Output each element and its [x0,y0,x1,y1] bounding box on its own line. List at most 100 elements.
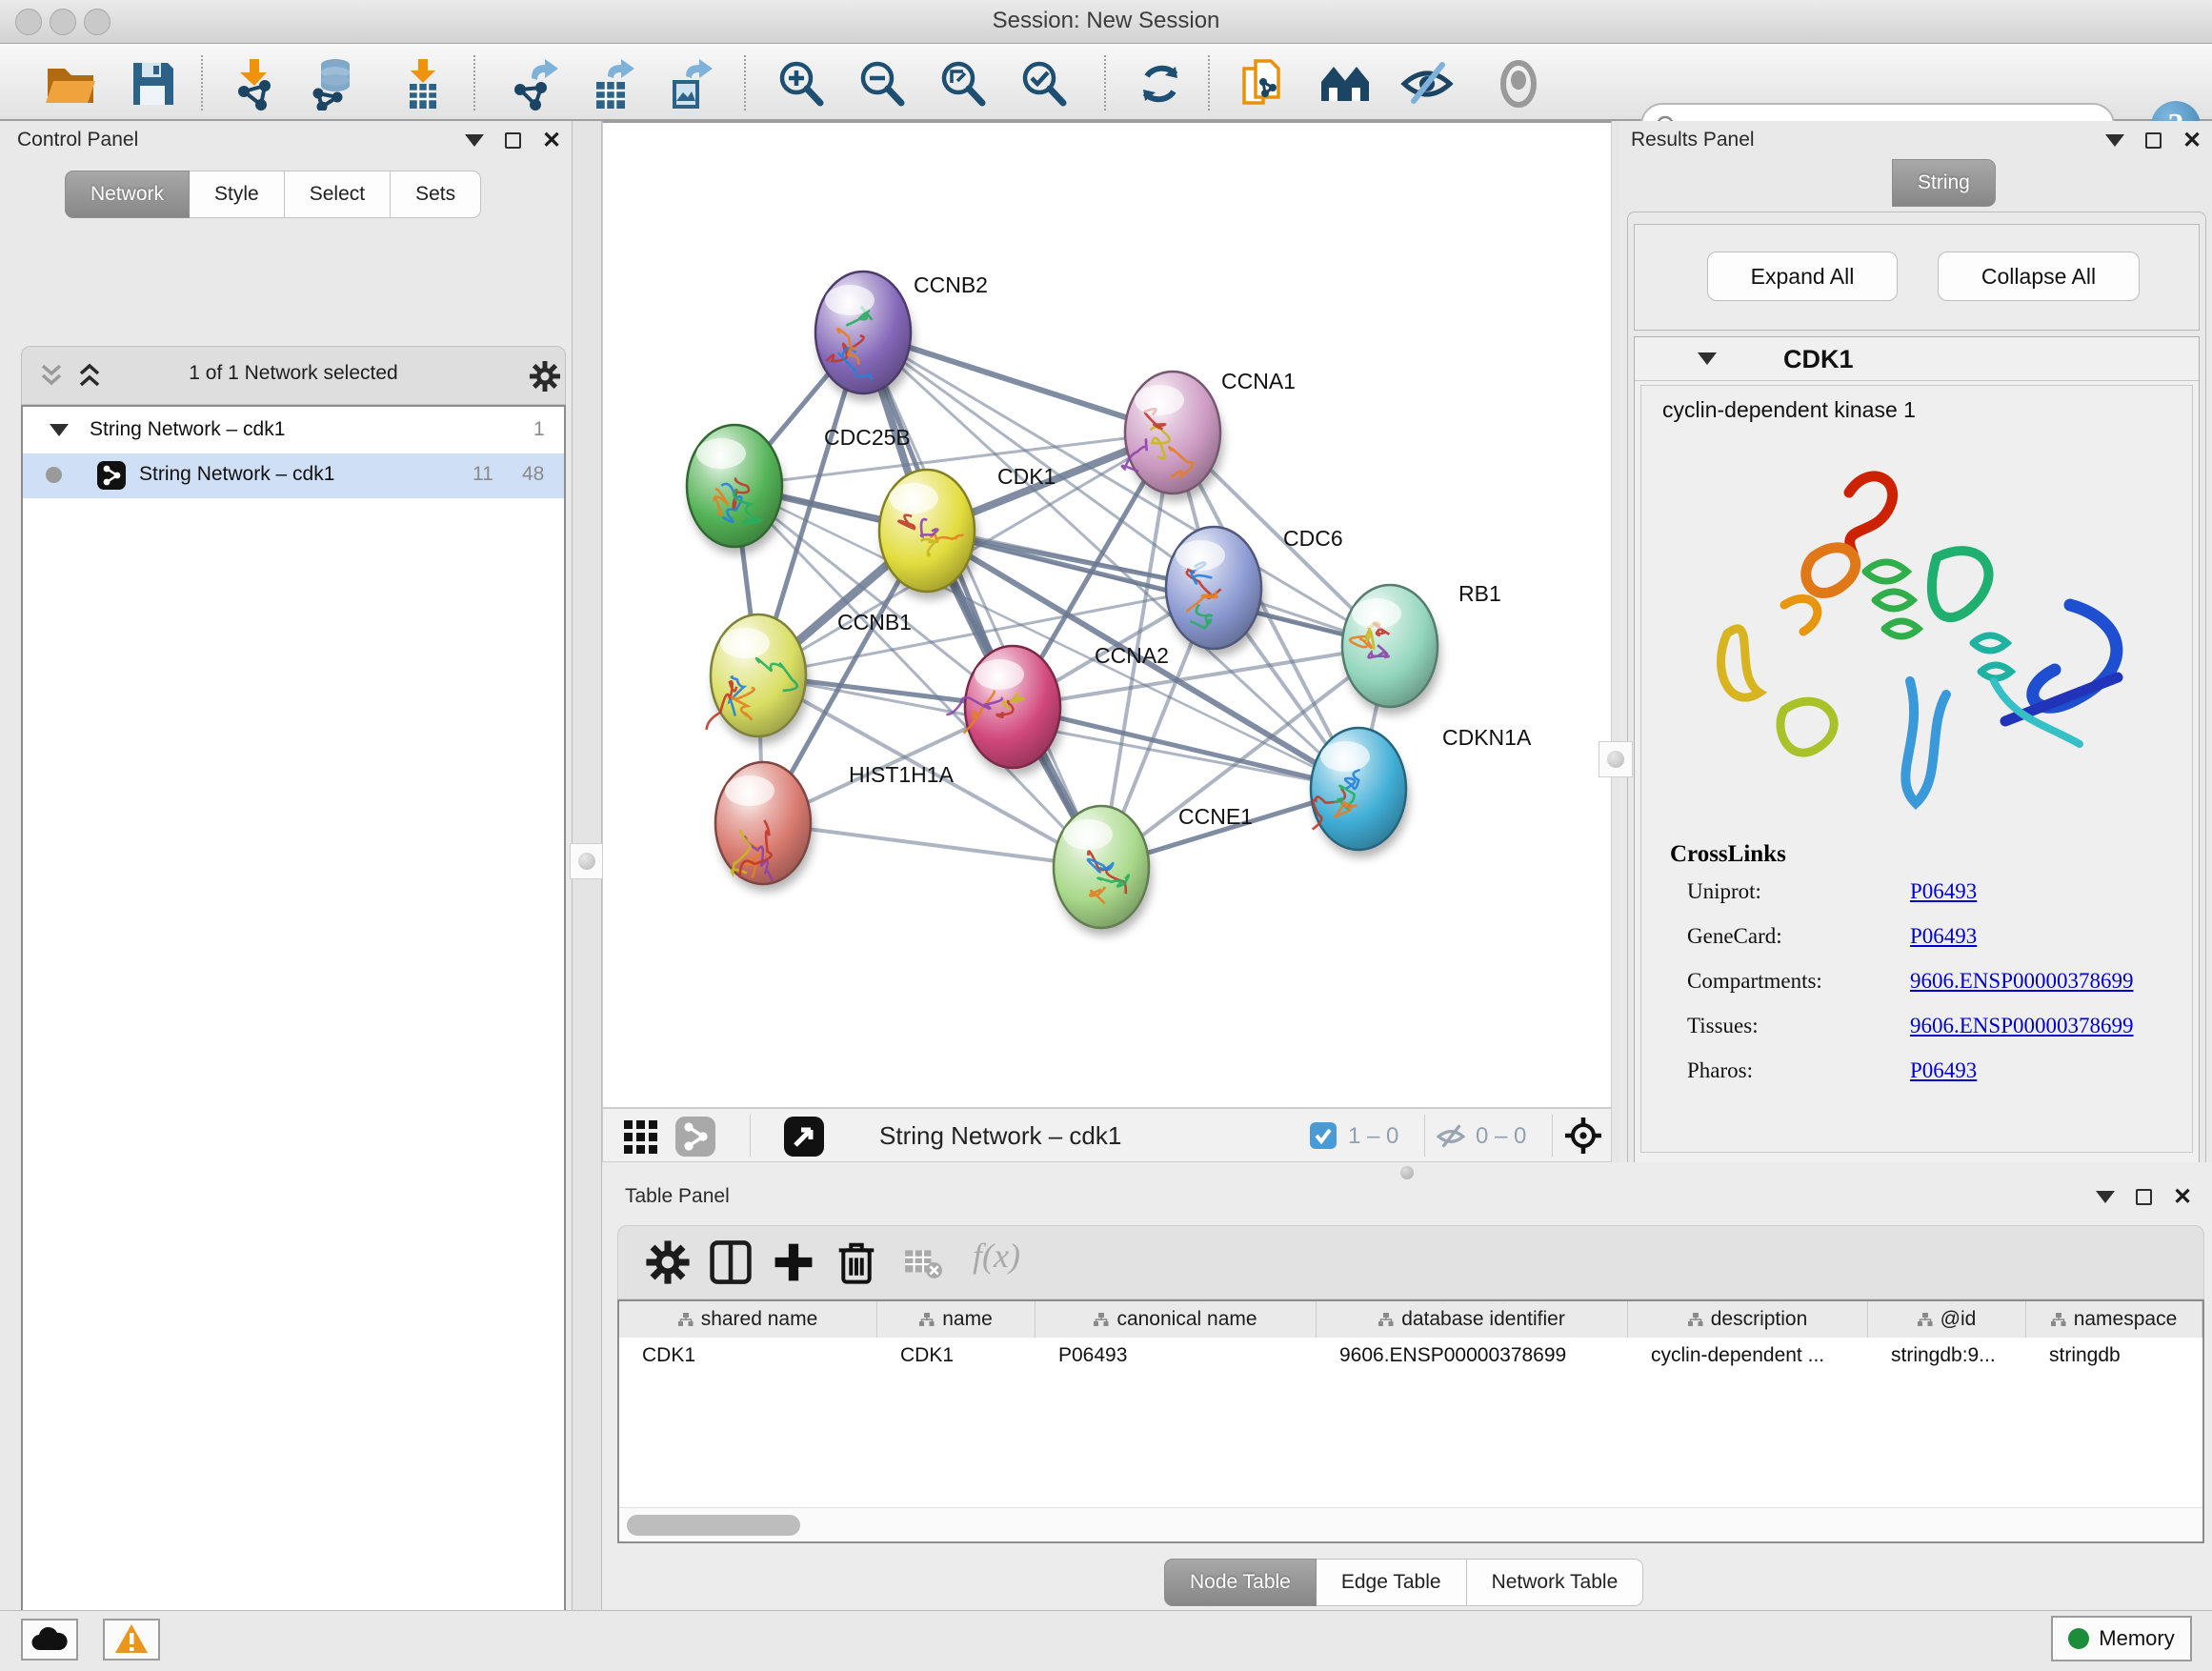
birdseye-view-icon[interactable] [784,1117,824,1157]
export-network-button[interactable] [507,57,560,111]
protein-description: cyclin-dependent kinase 1 [1662,397,1916,423]
table-cell[interactable]: CDK1 [877,1338,1036,1374]
float-panel-icon[interactable] [505,132,521,149]
right-splitter-handle[interactable] [1599,741,1633,777]
open-file-button[interactable] [44,57,97,111]
tab-string[interactable]: String [1892,159,1996,207]
node-HIST1H1A[interactable]: HIST1H1A [715,762,955,892]
export-table-button[interactable] [585,57,638,111]
function-builder-button[interactable]: f(x) [973,1236,1020,1276]
collapse-section-icon[interactable] [1698,352,1717,365]
hide-selected-button[interactable] [1400,57,1454,111]
table-cell[interactable]: cyclin-dependent ... [1628,1338,1868,1374]
zoom-selected-button[interactable] [1018,57,1072,111]
network-share-icon[interactable] [675,1117,715,1157]
tab-select[interactable]: Select [285,171,391,218]
warnings-button[interactable] [103,1619,160,1661]
node-CDK1[interactable]: CDK1 [879,464,1056,599]
column-header-description[interactable]: description [1628,1301,1868,1338]
clone-network-button[interactable] [1237,57,1290,111]
show-columns-button[interactable] [706,1238,755,1288]
export-image-icon [661,57,714,111]
node-CCNA2[interactable]: CCNA2 [946,643,1169,775]
network-row[interactable]: String Network – cdk1 11 48 [23,453,564,498]
table-settings-button[interactable] [643,1238,693,1288]
tab-edge-table[interactable]: Edge Table [1317,1559,1467,1606]
horizontal-splitter[interactable] [602,1162,2212,1181]
import-network-file-button[interactable] [229,57,282,111]
column-header-namespace[interactable]: namespace [2026,1301,2202,1338]
node-CDC6[interactable]: CDC6 [1166,526,1343,656]
float-panel-icon[interactable] [2136,1189,2152,1205]
import-network-database-button[interactable] [307,57,360,111]
export-image-button[interactable] [661,57,714,111]
first-neighbors-button[interactable] [1318,57,1372,111]
zoom-fit-button[interactable] [937,57,991,111]
collection-label: String Network – cdk1 [90,418,285,441]
node-CCNE1[interactable]: CCNE1 [1054,804,1253,936]
expand-all-button[interactable]: Expand All [1707,252,1898,301]
network-canvas[interactable]: CCNB2CCNA1CDC25BCDK1CDC6RB1CCNB1CCNA2CDK… [602,121,1612,1108]
float-panel-icon[interactable] [2145,132,2162,149]
zoom-in-button[interactable] [775,57,829,111]
node-CCNB2[interactable]: CCNB2 [815,272,988,401]
collection-expand-icon[interactable] [50,424,69,436]
node-CDC25B[interactable]: CDC25B [687,425,911,554]
delete-table-button[interactable] [898,1238,948,1288]
panel-menu-icon[interactable] [2105,134,2124,147]
network-collection-row[interactable]: String Network – cdk1 1 [23,409,564,453]
crosslink-link[interactable]: 9606.ENSP00000378699 [1910,969,2134,994]
edge-HIST1H1A-CCNE1[interactable] [763,823,1101,867]
close-panel-icon[interactable]: ✕ [2173,1189,2192,1205]
table-cell[interactable]: stringdb [2026,1338,2202,1374]
left-splitter-handle[interactable] [570,843,604,879]
create-column-button[interactable] [769,1238,818,1288]
node-table[interactable]: shared namenamecanonical namedatabase id… [617,1299,2204,1543]
tab-network[interactable]: Network [65,171,190,218]
zoom-out-button[interactable] [856,57,910,111]
column-header-shared-name[interactable]: shared name [619,1301,877,1338]
import-table-file-button[interactable] [396,57,450,111]
left-splitter[interactable] [572,121,602,1610]
tab-sets[interactable]: Sets [391,171,481,218]
column-header-name[interactable]: name [877,1301,1036,1338]
crosslink-link[interactable]: 9606.ENSP00000378699 [1910,1014,2134,1038]
protein-detail: cyclin-dependent kinase 1 [1640,385,2193,1153]
node-RB1[interactable]: RB1 [1342,581,1501,715]
column-header-canonical-name[interactable]: canonical name [1036,1301,1317,1338]
panel-menu-icon[interactable] [465,134,484,147]
table-cell[interactable]: P06493 [1036,1338,1317,1374]
node-CDKN1A[interactable]: CDKN1A [1311,725,1532,857]
table-cell[interactable]: stringdb:9... [1868,1338,2026,1374]
table-cell[interactable]: CDK1 [619,1338,877,1374]
node-CCNA1[interactable]: CCNA1 [1122,369,1296,501]
show-all-button[interactable] [1492,57,1545,111]
protein-card-header[interactable]: CDK1 [1635,337,2199,381]
scrollbar-thumb[interactable] [627,1515,800,1536]
close-panel-icon[interactable]: ✕ [2182,132,2202,149]
delete-column-button[interactable] [832,1238,881,1288]
column-header-database-identifier[interactable]: database identifier [1317,1301,1628,1338]
tab-node-table[interactable]: Node Table [1164,1559,1317,1606]
close-panel-icon[interactable]: ✕ [542,132,561,149]
status-bar: Memory [0,1610,2212,1671]
gear-icon[interactable] [529,360,561,393]
table-hscrollbar[interactable] [619,1507,2202,1541]
grid-view-icon[interactable] [622,1118,660,1155]
cloud-status-button[interactable] [21,1619,78,1661]
crosshair-icon[interactable] [1563,1116,1603,1156]
column-header-at-id[interactable]: @id [1868,1301,2026,1338]
table-cell[interactable]: 9606.ENSP00000378699 [1317,1338,1628,1374]
crosslink-link[interactable]: P06493 [1910,879,1977,904]
tab-style[interactable]: Style [190,171,285,218]
crosslink-link[interactable]: P06493 [1910,924,1977,949]
crosslink-link[interactable]: P06493 [1910,1058,1977,1083]
tab-network-table[interactable]: Network Table [1467,1559,1644,1606]
refresh-layout-button[interactable] [1134,57,1187,111]
selected-checkbox-icon[interactable] [1310,1122,1337,1149]
network-graph[interactable]: CCNB2CCNA1CDC25BCDK1CDC6RB1CCNB1CCNA2CDK… [603,123,1611,1106]
panel-menu-icon[interactable] [2096,1191,2115,1203]
collapse-all-button[interactable]: Collapse All [1938,252,2140,301]
memory-button[interactable]: Memory [2051,1616,2192,1661]
save-session-button[interactable] [126,57,179,111]
